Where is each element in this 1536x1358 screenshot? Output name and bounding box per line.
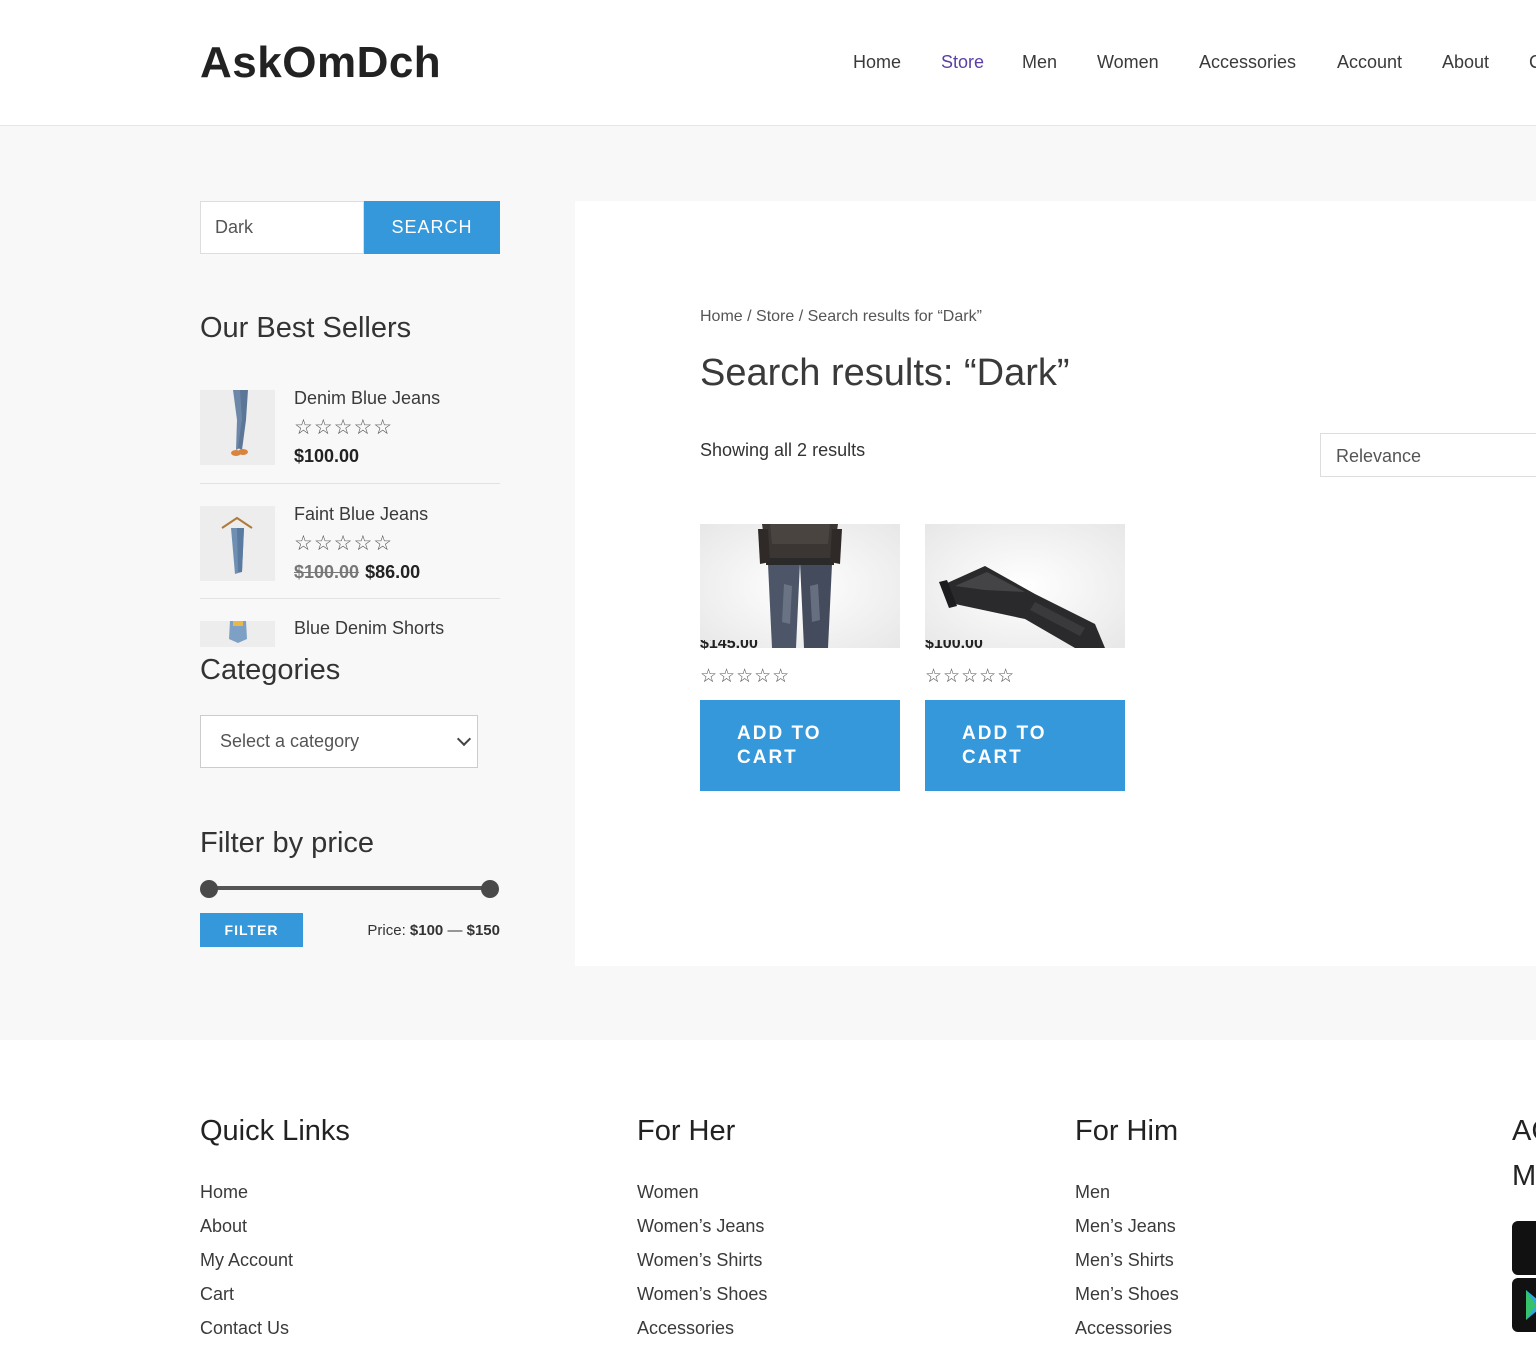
nav-item-about[interactable]: About xyxy=(1442,52,1489,73)
product-image[interactable] xyxy=(700,524,900,648)
search-input[interactable]: Dark xyxy=(200,201,364,254)
google-play-badge-icon[interactable] xyxy=(1512,1278,1536,1332)
price-range-label: Price: $100 — $150 xyxy=(367,922,500,939)
category-select[interactable]: Select a category xyxy=(200,715,478,768)
footer-link-her-accessories[interactable]: Accessories xyxy=(637,1318,734,1339)
product-thumbnail[interactable] xyxy=(200,390,275,465)
rating-stars-icon: ☆☆☆☆☆ xyxy=(700,666,791,687)
breadcrumb-store[interactable]: Store xyxy=(756,308,794,325)
price-slider-min-handle[interactable] xyxy=(200,880,218,898)
breadcrumb: Home / Store / Search results for “Dark” xyxy=(700,308,982,325)
sale-price: $86.00 xyxy=(365,562,421,582)
footer-link-womens-shirts[interactable]: Women’s Shirts xyxy=(637,1250,762,1271)
footer-for-him-title: For Him xyxy=(1075,1115,1179,1147)
site-header: AskOmDch Home Store Men Women Accessorie… xyxy=(0,0,1536,126)
nav-item-accessories[interactable]: Accessories xyxy=(1199,52,1296,73)
nav-item-store[interactable]: Store xyxy=(941,52,984,73)
rating-stars-icon: ☆☆☆☆☆ xyxy=(294,416,394,439)
footer-link-womens-jeans[interactable]: Women’s Jeans xyxy=(637,1216,764,1237)
app-store-badge-icon[interactable] xyxy=(1512,1221,1536,1275)
footer-link-my-account[interactable]: My Account xyxy=(200,1250,293,1271)
footer-link-mens-shirts[interactable]: Men’s Shirts xyxy=(1075,1250,1174,1271)
footer-link-home[interactable]: Home xyxy=(200,1182,248,1203)
add-to-cart-button[interactable]: ADD TO CART xyxy=(925,700,1125,791)
product-image[interactable] xyxy=(925,524,1125,648)
nav-item-men[interactable]: Men xyxy=(1022,52,1057,73)
price-slider-max-handle[interactable] xyxy=(481,880,499,898)
nav-item-home[interactable]: Home xyxy=(853,52,901,73)
man-in-dark-jeans-image xyxy=(758,524,842,648)
best-sellers-title: Our Best Sellers xyxy=(200,312,412,344)
jeans-on-hanger-image xyxy=(200,506,275,581)
product-name[interactable]: Faint Blue Jeans xyxy=(294,504,428,525)
product-name[interactable]: Blue Denim Shorts xyxy=(294,618,444,639)
old-price: $100.00 xyxy=(294,562,360,582)
footer-link-about[interactable]: About xyxy=(200,1216,247,1237)
category-select-value: Select a category xyxy=(220,731,360,751)
product-thumbnail[interactable] xyxy=(200,506,275,581)
footer-app-title-line1: AC xyxy=(1512,1115,1536,1147)
product-price: $100.00 xyxy=(294,446,360,466)
footer-link-women[interactable]: Women xyxy=(637,1182,699,1203)
footer-link-cart[interactable]: Cart xyxy=(200,1284,234,1305)
price-slider-track[interactable] xyxy=(208,886,490,890)
jeans-image xyxy=(200,390,275,465)
divider xyxy=(200,483,500,484)
page-title: Search results: “Dark” xyxy=(700,352,1070,394)
main-nav: Home Store Men Women Accessories Account… xyxy=(0,52,1536,76)
result-count: Showing all 2 results xyxy=(700,440,866,460)
chevron-down-icon xyxy=(456,731,472,747)
rating-stars-icon: ☆☆☆☆☆ xyxy=(925,666,1016,687)
product-name[interactable]: Denim Blue Jeans xyxy=(294,388,440,409)
nav-item-contact[interactable]: C xyxy=(1529,52,1536,73)
footer-link-mens-jeans[interactable]: Men’s Jeans xyxy=(1075,1216,1176,1237)
nav-item-women[interactable]: Women xyxy=(1097,52,1159,73)
footer-for-her-title: For Her xyxy=(637,1115,736,1147)
product-thumbnail[interactable] xyxy=(200,621,275,647)
rating-stars-icon: ☆☆☆☆☆ xyxy=(294,532,394,555)
nav-item-account[interactable]: Account xyxy=(1337,52,1402,73)
footer-link-men[interactable]: Men xyxy=(1075,1182,1110,1203)
product-price: $100.00 xyxy=(925,640,983,650)
add-to-cart-button[interactable]: ADD TO CART xyxy=(700,700,900,791)
orderby-select[interactable]: Relevance xyxy=(1320,433,1536,477)
footer-link-him-accessories[interactable]: Accessories xyxy=(1075,1318,1172,1339)
filter-button[interactable]: FILTER xyxy=(200,913,303,947)
categories-title: Categories xyxy=(200,654,341,686)
footer-link-mens-shoes[interactable]: Men’s Shoes xyxy=(1075,1284,1179,1305)
folded-dark-jeans-image xyxy=(939,566,1105,648)
breadcrumb-home[interactable]: Home xyxy=(700,308,743,325)
product-price: $100.00 $86.00 xyxy=(294,562,420,583)
product-price: $145.00 xyxy=(700,640,758,650)
filter-by-price-title: Filter by price xyxy=(200,827,375,859)
footer-link-womens-shoes[interactable]: Women’s Shoes xyxy=(637,1284,767,1305)
footer-link-contact-us[interactable]: Contact Us xyxy=(200,1318,289,1339)
breadcrumb-current: Search results for “Dark” xyxy=(807,308,982,325)
shorts-image xyxy=(200,621,275,647)
footer-app-title-line2: M xyxy=(1512,1160,1536,1192)
footer-quick-links-title: Quick Links xyxy=(200,1115,350,1147)
divider xyxy=(200,598,500,599)
search-button[interactable]: SEARCH xyxy=(364,201,500,254)
play-triangle-icon xyxy=(1526,1290,1536,1320)
